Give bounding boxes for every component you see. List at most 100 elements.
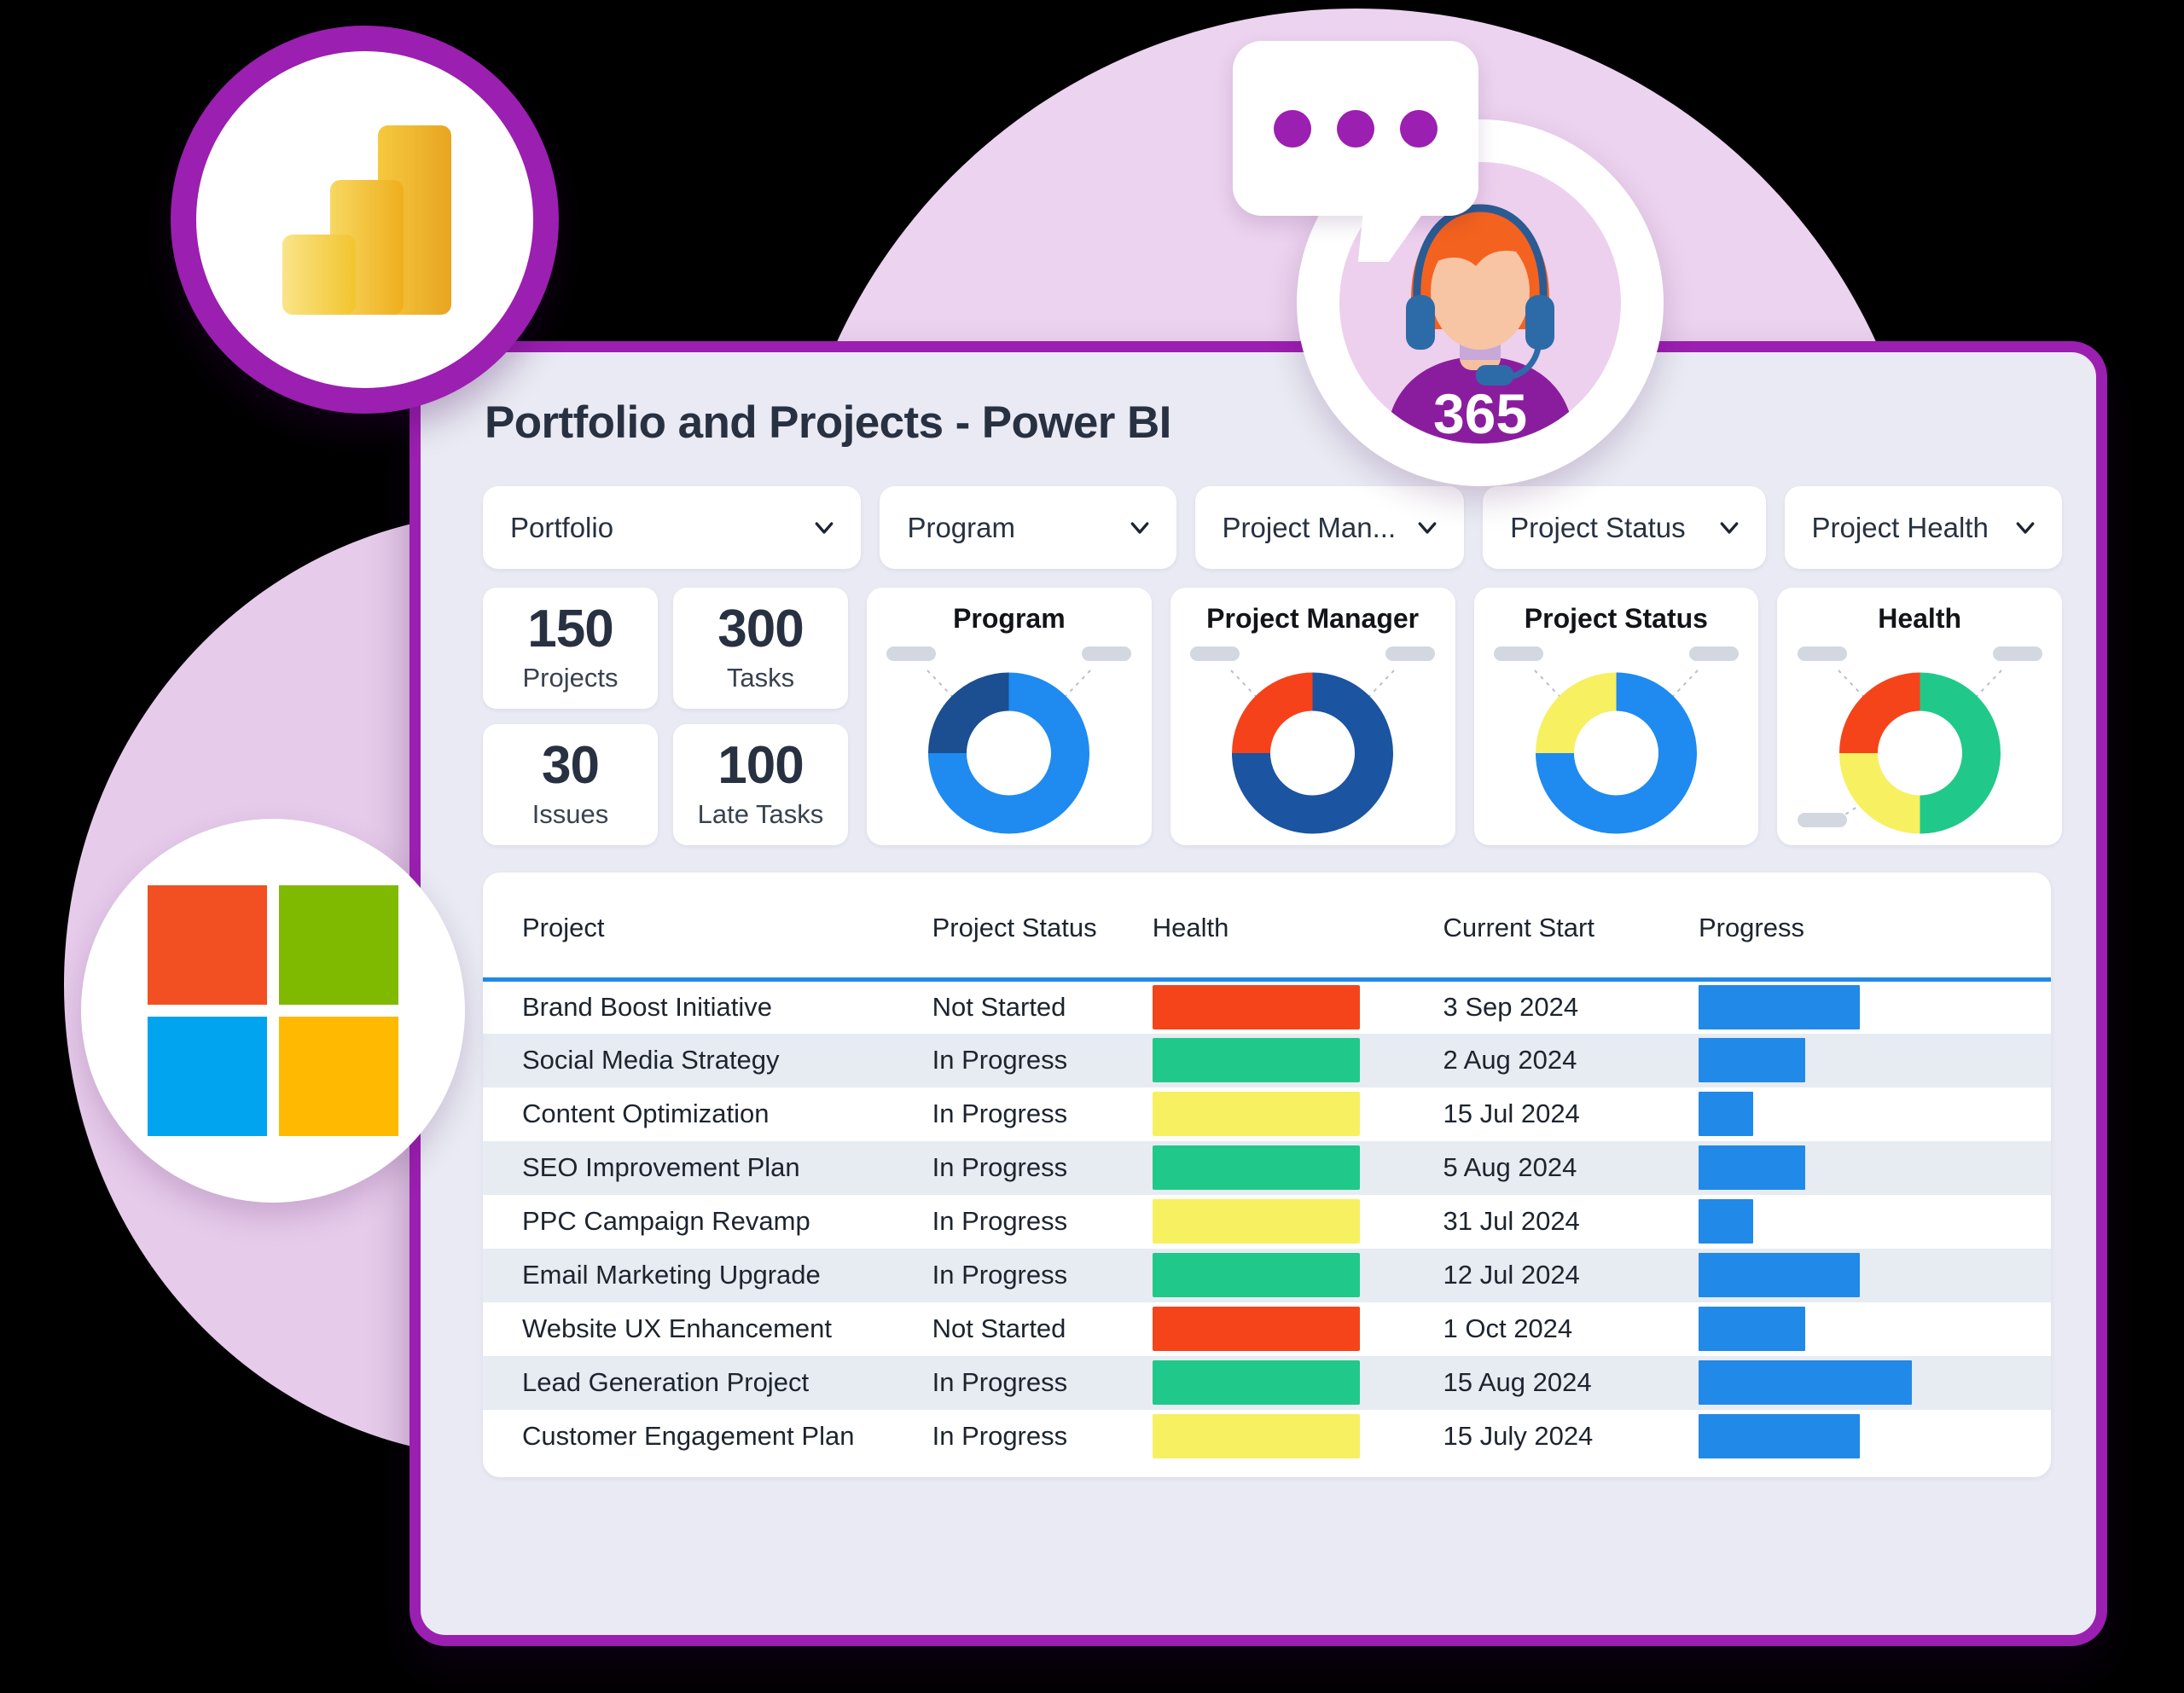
donut-label-pill	[1190, 646, 1240, 661]
kpi-late-tasks: 100 Late Tasks	[673, 724, 848, 845]
cell-current-start: 12 Jul 2024	[1443, 1260, 1580, 1290]
column-header-start[interactable]: Current Start	[1443, 873, 1699, 982]
kpi-tasks: 300 Tasks	[673, 588, 848, 709]
table-row[interactable]: Email Marketing Upgrade In Progress 12 Jul…	[483, 1248, 2051, 1302]
health-indicator-green	[1152, 1253, 1360, 1297]
cell-progress	[1698, 1410, 2051, 1464]
cell-current-start: 2 Aug 2024	[1443, 1045, 1577, 1075]
donut-card-project-manager[interactable]: Project Manager	[1170, 588, 1455, 845]
table-row[interactable]: Customer Engagement Plan In Progress 15 Ju…	[483, 1410, 2051, 1464]
chat-dot-icon	[1274, 109, 1311, 148]
column-header-status[interactable]: Project Status	[932, 873, 1153, 982]
filter-project-manager[interactable]: Project Man...	[1194, 486, 1465, 569]
cell-health	[1152, 1087, 1443, 1141]
page-title: Portfolio and Projects - Power BI	[485, 397, 1171, 448]
cell-project: PPC Campaign Revamp	[522, 1206, 810, 1236]
kpi-label: Late Tasks	[697, 799, 824, 829]
cell-project: Customer Engagement Plan	[522, 1421, 855, 1451]
table-row[interactable]: Brand Boost Initiative Not Started 3 Sep 2…	[483, 980, 2051, 1034]
cell-project: Website UX Enhancement	[522, 1313, 833, 1343]
ms-square-green	[279, 885, 398, 1005]
chevron-down-icon	[1127, 515, 1153, 541]
filter-project-health[interactable]: Project Health	[1784, 486, 2062, 569]
cell-health	[1152, 1249, 1443, 1302]
donut-label-pill	[1688, 646, 1739, 661]
table-row[interactable]: Lead Generation Project In Progress 15 Aug…	[483, 1355, 2051, 1410]
donut-label-pill	[1992, 646, 2042, 661]
progress-bar	[1698, 1145, 1805, 1190]
column-header-project[interactable]: Project	[483, 873, 932, 982]
progress-bar	[1698, 1092, 1753, 1136]
cell-health	[1152, 980, 1443, 1034]
progress-track	[1698, 985, 1959, 1030]
metrics-row: 150 Projects 300 Tasks 30 Issues 100 Lat…	[483, 588, 2062, 845]
cell-progress	[1698, 980, 2051, 1034]
cell-project-status: Not Started	[932, 992, 1066, 1023]
cell-progress	[1698, 1034, 2051, 1087]
table-row[interactable]: Social Media Strategy In Progress 2 Aug 20…	[483, 1033, 2051, 1087]
chat-bubble	[1233, 41, 1478, 216]
kpi-issues: 30 Issues	[483, 724, 658, 845]
health-indicator-yellow	[1152, 1199, 1360, 1244]
cell-current-start: 3 Sep 2024	[1443, 992, 1579, 1023]
microsoft-logo-badge	[81, 819, 465, 1203]
donut-card-program[interactable]: Program	[867, 588, 1152, 845]
chevron-down-icon	[2013, 515, 2038, 541]
progress-track	[1698, 1145, 1959, 1190]
donut-label-pill	[1797, 646, 1847, 661]
power-bi-logo-badge	[171, 26, 559, 414]
kpi-label: Tasks	[726, 663, 795, 693]
health-indicator-red	[1152, 985, 1360, 1030]
health-indicator-yellow	[1152, 1414, 1360, 1458]
progress-track	[1698, 1092, 1959, 1136]
donut-card-project-status[interactable]: Project Status	[1473, 588, 1759, 845]
health-indicator-red	[1152, 1307, 1360, 1351]
column-header-progress[interactable]: Progress	[1698, 873, 2051, 982]
cell-project-status: In Progress	[932, 1260, 1068, 1290]
cell-project-status: In Progress	[932, 1152, 1068, 1182]
cell-progress	[1698, 1087, 2051, 1141]
cell-project: Content Optimization	[522, 1099, 770, 1128]
cell-current-start: 15 Jul 2024	[1443, 1099, 1580, 1128]
cell-project-status: Not Started	[932, 1313, 1066, 1343]
table-row[interactable]: SEO Improvement Plan In Progress 5 Aug 202…	[483, 1140, 2051, 1195]
filter-project-status[interactable]: Project Status	[1483, 486, 1766, 569]
chat-dot-icon	[1337, 109, 1374, 148]
cell-health	[1152, 1410, 1443, 1464]
progress-bar	[1698, 985, 1861, 1030]
cell-health	[1152, 1034, 1443, 1087]
filter-label: Portfolio	[510, 511, 614, 543]
progress-track	[1698, 1199, 1959, 1244]
chevron-down-icon	[1716, 515, 1742, 541]
ms-square-blue	[148, 1017, 267, 1136]
projects-table-card: Project Project Status Health Current St…	[483, 873, 2051, 1477]
filter-portfolio[interactable]: Portfolio	[483, 486, 862, 569]
kpi-value: 30	[542, 736, 600, 795]
filter-program[interactable]: Program	[880, 486, 1176, 569]
kpi-value: 150	[527, 600, 613, 658]
kpi-grid: 150 Projects 300 Tasks 30 Issues 100 Lat…	[483, 588, 848, 845]
power-bi-logo-icon	[276, 122, 455, 318]
donut-label-pill	[886, 646, 937, 661]
progress-track	[1698, 1038, 1959, 1082]
ms-square-yellow	[279, 1017, 398, 1136]
table-row[interactable]: PPC Campaign Revamp In Progress 31 Jul 202…	[483, 1195, 2051, 1249]
ms-square-red	[148, 885, 267, 1005]
cell-current-start: 15 Aug 2024	[1443, 1367, 1592, 1397]
cell-project-status: In Progress	[932, 1206, 1068, 1236]
donut-title: Project Manager	[1206, 603, 1420, 634]
donut-card-health[interactable]: Health	[1777, 588, 2062, 845]
donut-title: Health	[1878, 603, 1962, 634]
progress-bar	[1698, 1038, 1805, 1082]
progress-bar	[1698, 1199, 1753, 1244]
progress-bar	[1698, 1307, 1805, 1351]
chevron-down-icon	[1414, 515, 1440, 541]
health-indicator-green	[1152, 1145, 1360, 1190]
column-header-health[interactable]: Health	[1152, 873, 1443, 982]
table-header: Project Project Status Health Current St…	[483, 873, 2051, 982]
donut-chart-program	[880, 636, 1138, 839]
table-row[interactable]: Content Optimization In Progress 15 Jul 20…	[483, 1087, 2051, 1141]
cell-project: Brand Boost Initiative	[522, 992, 772, 1023]
cell-progress	[1698, 1356, 2051, 1410]
table-row[interactable]: Website UX Enhancement Not Started 1 Oct 2…	[483, 1302, 2051, 1356]
